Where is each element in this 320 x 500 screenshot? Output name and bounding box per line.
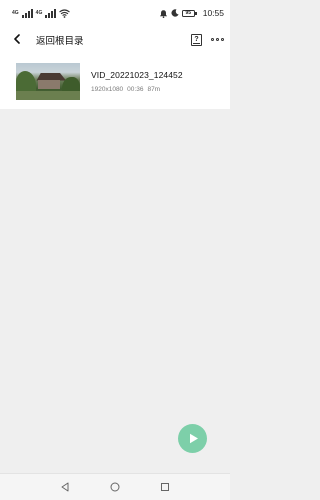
status-left: 4G 4G: [12, 8, 71, 18]
signal-icon: [21, 8, 33, 18]
moon-icon: [171, 9, 179, 17]
play-button[interactable]: [178, 424, 207, 453]
nav-back-icon[interactable]: [60, 482, 70, 492]
page-title: 返回根目录: [36, 35, 84, 47]
nav-recents-icon[interactable]: [160, 482, 170, 492]
nav-home-icon[interactable]: [110, 482, 120, 492]
status-time: 10:55: [202, 8, 224, 18]
sim2-label: 4G: [35, 9, 43, 16]
help-button[interactable]: ?: [191, 33, 202, 46]
file-resolution: 1920x1080: [91, 85, 124, 93]
more-dot: [211, 38, 214, 41]
file-name: VID_20221023_124452: [91, 69, 183, 80]
video-thumbnail: [16, 62, 80, 100]
sim1-label: 4G: [12, 9, 19, 16]
signal-icon: [45, 8, 57, 18]
file-list: VID_20221023_124452 1920x1080 00:36 87m: [0, 53, 230, 109]
title-actions: ?: [191, 33, 224, 46]
more-options-button[interactable]: [211, 34, 224, 46]
back-button[interactable]: [7, 26, 27, 53]
file-size: 87m: [147, 85, 161, 93]
chevron-left-icon: [13, 31, 21, 49]
alarm-icon: [159, 9, 168, 18]
more-dot: [221, 38, 224, 41]
wifi-icon: [59, 8, 71, 18]
file-list-item[interactable]: VID_20221023_124452 1920x1080 00:36 87m: [0, 53, 230, 109]
status-bar: 4G 4G 95 10:55: [0, 0, 230, 26]
file-duration: 00:36: [127, 85, 144, 93]
help-book-icon: ?: [194, 35, 199, 43]
navigation-bar: [0, 473, 230, 500]
file-meta: 1920x1080 00:36 87m: [91, 86, 183, 93]
battery-icon: 95: [181, 9, 197, 17]
title-bar: 返回根目录 ?: [0, 26, 230, 53]
more-dot: [216, 38, 219, 41]
status-right: 95 10:55: [159, 8, 224, 18]
file-info: VID_20221023_124452 1920x1080 00:36 87m: [91, 70, 183, 93]
play-icon: [187, 433, 199, 444]
